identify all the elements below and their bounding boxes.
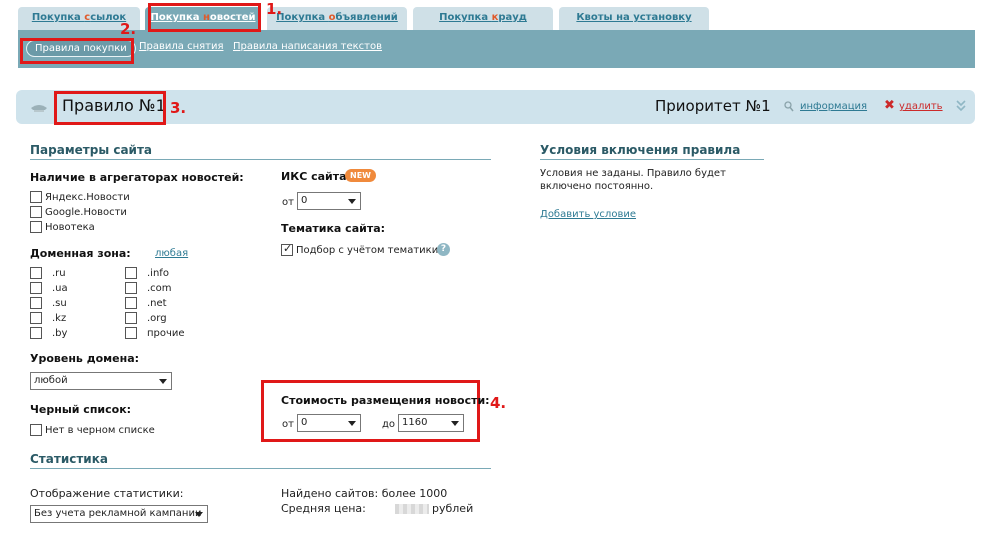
site-params-heading: Параметры сайта	[30, 143, 491, 160]
domain-level-select[interactable]: любой	[30, 372, 172, 390]
checkbox-novoteka[interactable]	[30, 221, 42, 233]
avg-price-label: Средняя цена:	[281, 502, 366, 515]
blacklist-option-label: Нет в черном списке	[45, 425, 155, 436]
delete-icon: ✖	[884, 98, 895, 113]
aggregator-label: Google.Новости	[45, 207, 127, 218]
checkbox-google-news[interactable]	[30, 206, 42, 218]
checkbox-zone-net[interactable]	[125, 297, 137, 309]
blacklist-label: Черный список:	[30, 403, 132, 416]
stats-display-label: Отображение статистики:	[30, 487, 184, 500]
tab-crowd[interactable]: Покупка крауд	[413, 7, 553, 30]
stats-heading: Статистика	[30, 452, 491, 469]
chevron-down-icon	[348, 421, 356, 426]
checkbox-zone-ru[interactable]	[30, 267, 42, 279]
zone-label: прочие	[147, 328, 185, 339]
domain-zone-label: Доменная зона:	[30, 247, 131, 260]
iks-label: ИКС сайта:	[281, 170, 351, 183]
topic-option-label: Подбор с учётом тематики	[296, 245, 439, 256]
conditions-text-1: Условия не заданы. Правило будет	[540, 168, 726, 179]
cost-to-select[interactable]: 1160	[398, 414, 464, 432]
stats-display-select[interactable]: Без учета рекламной кампании	[30, 505, 208, 523]
annotation-number-3: 3.	[170, 99, 187, 117]
annotation-box-2	[20, 38, 134, 64]
info-link[interactable]: информация	[800, 101, 867, 112]
annotation-number-1: 1.	[266, 0, 283, 18]
checkbox-zone-ua[interactable]	[30, 282, 42, 294]
subnav-text-rules[interactable]: Правила написания текстов	[233, 41, 382, 52]
domain-level-label: Уровень домена:	[30, 352, 140, 365]
iks-from-label: от	[282, 197, 294, 208]
zone-label: .kz	[52, 313, 67, 324]
select-value: 0	[301, 417, 308, 428]
tab-ads[interactable]: Покупка объявлений	[267, 7, 407, 30]
tab-label-hl: о	[328, 12, 336, 23]
zone-label: .ua	[52, 283, 68, 294]
chevron-down-icon	[195, 512, 203, 517]
aggregators-label: Наличие в агрегаторах новостей:	[30, 171, 244, 184]
select-value: 1160	[402, 417, 428, 428]
search-icon	[784, 101, 794, 112]
avg-price-unit: рублей	[432, 502, 474, 515]
iks-from-select[interactable]: 0	[297, 192, 361, 210]
domain-zone-any-link[interactable]: любая	[155, 248, 188, 259]
checkbox-zone-by[interactable]	[30, 327, 42, 339]
select-value: 0	[301, 195, 308, 206]
zone-label: .net	[147, 298, 167, 309]
annotation-number-4: 4.	[490, 394, 507, 412]
tab-label: Покупка	[439, 12, 492, 23]
annotation-box-1	[148, 3, 261, 32]
checkbox-topic-match[interactable]	[281, 242, 293, 256]
help-icon[interactable]: ?	[437, 243, 450, 256]
annotation-box-4	[261, 380, 480, 442]
chevron-down-icon	[451, 421, 459, 426]
topic-label: Тематика сайта:	[281, 222, 386, 235]
checkbox-zone-other[interactable]	[125, 327, 137, 339]
tab-label: Покупка	[31, 12, 85, 23]
tab-quotas[interactable]: Квоты на установку	[559, 7, 709, 30]
chevron-down-icon	[159, 379, 167, 384]
rule-priority: Приоритет №1	[655, 97, 771, 115]
checkbox-zone-kz[interactable]	[30, 312, 42, 324]
add-condition-link[interactable]: Добавить условие	[540, 209, 636, 220]
checkbox-not-blacklisted[interactable]	[30, 424, 42, 436]
chevron-down-icon	[348, 199, 356, 204]
cost-label: Стоимость размещения новости:	[281, 394, 490, 407]
select-value: Без учета рекламной кампании	[34, 508, 202, 519]
checkbox-zone-org[interactable]	[125, 312, 137, 324]
zone-label: .by	[52, 328, 68, 339]
conditions-text-2: включено постоянно.	[540, 181, 654, 192]
zone-label: .ru	[52, 268, 66, 279]
avg-price-value-blurred	[395, 504, 429, 514]
tab-label: рауд	[498, 12, 527, 23]
annotation-number-2: 2.	[120, 20, 137, 38]
found-sites-label: Найдено сайтов: более 1000	[281, 487, 448, 500]
zone-label: .org	[147, 313, 167, 324]
delete-link[interactable]: удалить	[899, 101, 943, 112]
zone-label: .info	[147, 268, 169, 279]
checkbox-zone-su[interactable]	[30, 297, 42, 309]
plate-icon	[31, 105, 47, 112]
tab-label: Покупка	[276, 12, 329, 23]
tab-label: бъявлений	[335, 12, 398, 23]
cost-to-label: до	[382, 419, 396, 430]
subnav-removal-rules[interactable]: Правила снятия	[139, 41, 223, 52]
annotation-box-3	[54, 91, 166, 125]
sub-navigation: Правила покупки Правила снятия Правила н…	[18, 30, 975, 68]
cost-from-label: от	[282, 419, 294, 430]
collapse-icon[interactable]	[956, 100, 966, 112]
checkbox-zone-com[interactable]	[125, 282, 137, 294]
conditions-heading: Условия включения правила	[540, 143, 764, 160]
aggregator-label: Яндекс.Новости	[45, 192, 130, 203]
select-value: любой	[34, 375, 68, 386]
cost-from-select[interactable]: 0	[297, 414, 361, 432]
zone-label: .com	[147, 283, 172, 294]
new-badge: NEW	[345, 169, 376, 182]
zone-label: .su	[52, 298, 67, 309]
checkbox-yandex-news[interactable]	[30, 191, 42, 203]
checkbox-zone-info[interactable]	[125, 267, 137, 279]
tab-label: Квоты на установку	[576, 12, 692, 23]
aggregator-label: Новотека	[45, 222, 95, 233]
